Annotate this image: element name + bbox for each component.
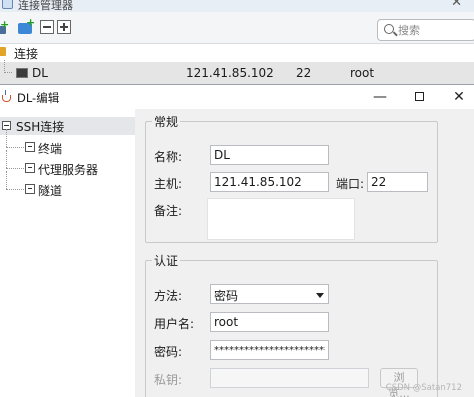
name-label: 名称: <box>154 150 183 164</box>
app-icon <box>2 0 13 9</box>
minimize-button[interactable]: — <box>365 85 395 109</box>
nav-item-label: 终端 <box>38 142 63 156</box>
new-folder-icon[interactable]: + <box>18 16 35 34</box>
search-input[interactable] <box>398 22 472 38</box>
note-label: 备注: <box>154 204 183 218</box>
manager-title-bar[interactable]: 连接管理器 ✕ <box>0 0 474 12</box>
connection-manager-window: 连接管理器 ✕ + + 连接 DL 121.41.85.102 22 root <box>0 0 474 84</box>
collapse-all-icon[interactable] <box>40 20 54 34</box>
general-group: 常规 名称: 主机: 端口: 备注: <box>145 113 438 243</box>
host-label: 主机: <box>154 177 183 191</box>
connection-user: root <box>350 66 375 80</box>
chevron-down-icon <box>316 293 324 298</box>
close-button[interactable]: ✕ <box>444 85 474 109</box>
auth-group: 认证 方法: 密码 用户名: 密码: 私钥: 浏览... <box>145 252 438 397</box>
search-box[interactable] <box>377 19 474 41</box>
method-label: 方法: <box>154 289 183 303</box>
new-connection-icon[interactable]: + <box>0 18 10 34</box>
connection-tree: 连接 DL 121.41.85.102 22 root <box>0 44 474 84</box>
tree-line <box>6 168 24 169</box>
auth-legend: 认证 <box>154 254 179 268</box>
connection-port: 22 <box>296 66 312 80</box>
settings-panel: 常规 名称: 主机: 端口: 备注: 认证 方法: 密码 用户名: 密码: 私钥… <box>135 109 474 397</box>
tree-group-connections[interactable]: 连接 <box>0 44 474 61</box>
password-field[interactable] <box>210 340 329 360</box>
name-field[interactable] <box>210 145 329 165</box>
node-icon <box>25 163 35 173</box>
connection-row[interactable]: DL 121.41.85.102 22 root <box>0 60 474 84</box>
note-field[interactable] <box>207 198 355 240</box>
nav-item-label: 代理服务器 <box>38 163 99 177</box>
watermark: CSDN @Satan712 <box>385 383 462 393</box>
username-label: 用户名: <box>154 317 195 331</box>
edit-dialog: DL-编辑 — ✕ SSH连接 终端 代理服务器 隧道 常规 名称: DL 主机… <box>0 84 474 397</box>
private-key-label: 私钥: <box>154 373 183 387</box>
method-select[interactable]: 密码 <box>210 284 329 304</box>
maximize-button[interactable] <box>404 85 434 109</box>
tree-line <box>6 189 24 190</box>
host-field[interactable] <box>210 172 329 192</box>
node-icon <box>25 184 35 194</box>
manager-toolbar: + + <box>0 12 474 44</box>
connection-name: DL <box>32 66 48 80</box>
username-field[interactable] <box>210 312 329 332</box>
nav-item-label: SSH连接 <box>16 120 65 134</box>
settings-nav-tree: SSH连接 终端 代理服务器 隧道 <box>0 109 135 397</box>
private-key-field[interactable] <box>210 368 369 388</box>
nav-item-terminal[interactable]: 终端 <box>0 129 135 157</box>
port-label: 端口: <box>336 177 365 191</box>
java-icon <box>1 90 13 103</box>
node-icon <box>25 142 35 152</box>
terminal-icon <box>16 68 28 78</box>
manager-title: 连接管理器 <box>18 0 73 12</box>
group-label: 连接 <box>14 47 39 61</box>
manager-close-icon[interactable]: ✕ <box>451 0 462 10</box>
tree-line <box>6 129 7 147</box>
connection-host: 121.41.85.102 <box>186 66 274 80</box>
password-label: 密码: <box>154 345 183 359</box>
port-field[interactable] <box>367 172 428 192</box>
nav-item-ssh[interactable]: SSH连接 <box>0 117 135 135</box>
general-legend: 常规 <box>154 115 179 129</box>
nav-item-tunnel[interactable]: 隧道 <box>0 171 135 199</box>
tree-line <box>4 72 12 73</box>
folder-icon <box>0 47 6 56</box>
tree-line <box>6 150 7 168</box>
tree-line <box>6 147 24 148</box>
dialog-title: DL-编辑 <box>17 91 60 105</box>
maximize-icon <box>415 92 424 101</box>
nav-item-proxy[interactable]: 代理服务器 <box>0 150 135 178</box>
method-value: 密码 <box>214 289 239 303</box>
tree-line <box>6 171 7 189</box>
search-icon <box>384 24 394 34</box>
expand-all-icon[interactable] <box>57 20 71 34</box>
dialog-title-bar[interactable]: DL-编辑 — ✕ <box>0 85 474 109</box>
nav-item-label: 隧道 <box>38 184 63 198</box>
